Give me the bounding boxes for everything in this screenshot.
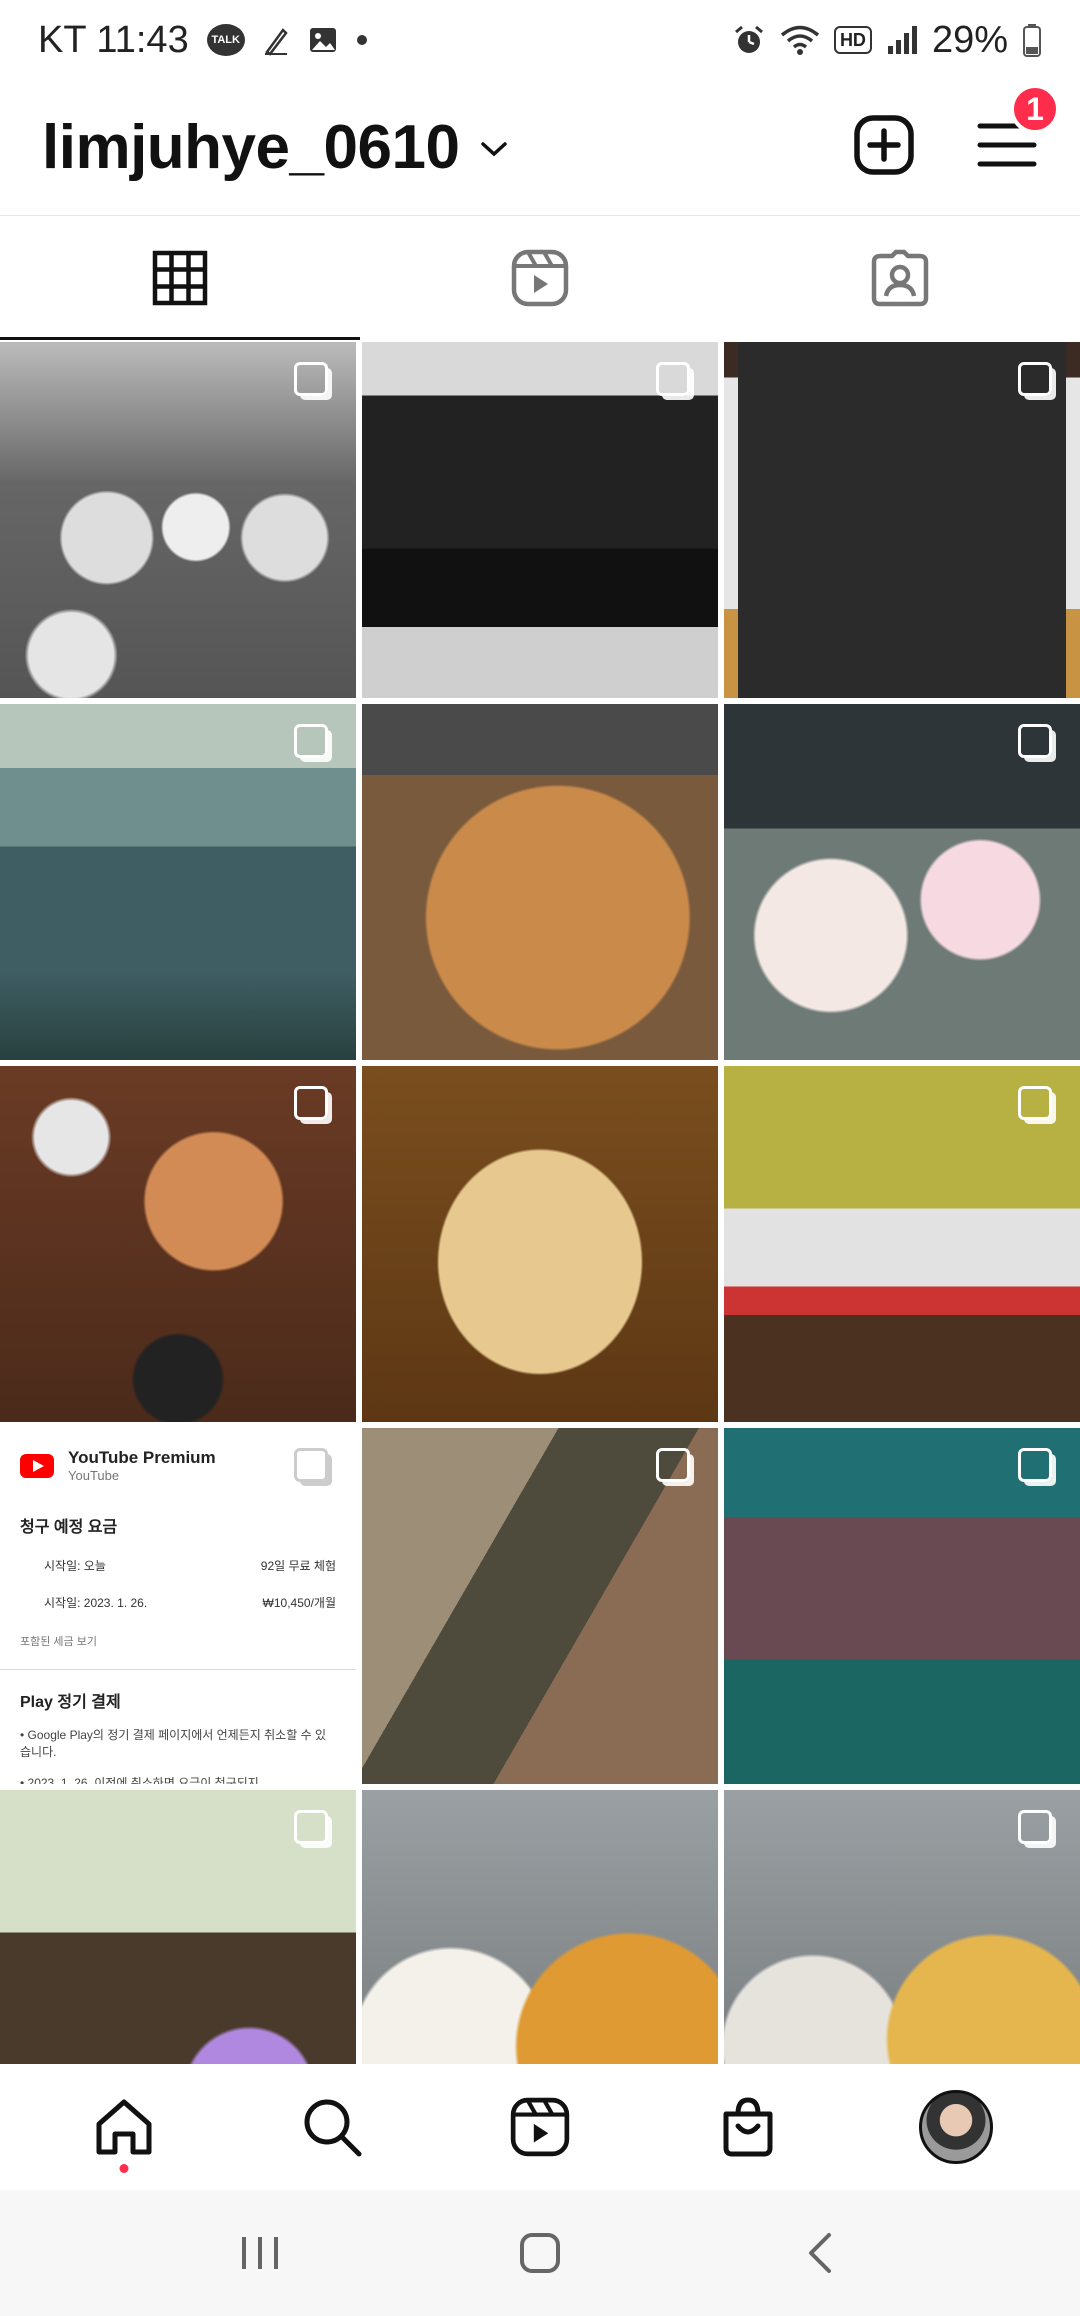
- system-navigation: [0, 2190, 1080, 2316]
- carousel-icon: [1018, 1448, 1052, 1482]
- carousel-icon: [294, 362, 328, 396]
- back-button[interactable]: [760, 2203, 880, 2303]
- post-thumbnail[interactable]: [362, 704, 718, 1060]
- home-icon: [96, 2099, 152, 2155]
- post-thumbnail[interactable]: [0, 704, 356, 1060]
- trial-text: 92일 무료 체험: [260, 1559, 336, 1573]
- alarm-icon: [732, 23, 766, 57]
- carousel-icon: [294, 1810, 328, 1844]
- posts-grid: YouTube Premium YouTube 청구 예정 요금 시작일: 오늘…: [0, 342, 1080, 2064]
- cancel-note: • 2023. 1. 26. 이전에 취소하면 요금이 청구되지: [20, 1776, 259, 1784]
- post-thumbnail[interactable]: [0, 1066, 356, 1422]
- post-thumbnail[interactable]: [724, 342, 1080, 698]
- carousel-icon: [1018, 724, 1052, 758]
- gallery-icon: [307, 24, 339, 56]
- post-thumbnail[interactable]: [724, 1066, 1080, 1422]
- post-thumbnail[interactable]: [362, 1066, 718, 1422]
- signal-icon: [886, 24, 918, 56]
- notification-badge: 1: [1010, 84, 1060, 134]
- carousel-icon: [294, 1448, 328, 1482]
- nav-search[interactable]: [272, 2077, 392, 2177]
- talk-label: TALK: [206, 24, 245, 56]
- post-thumbnail[interactable]: [724, 1790, 1080, 2064]
- profile-tabs: [0, 215, 1080, 340]
- billing-section-title: 청구 예정 요금: [20, 1519, 118, 1536]
- status-left: KT 11:43 TALK: [38, 19, 367, 62]
- nav-reels[interactable]: [480, 2077, 600, 2177]
- hd-voice-badge: HD: [833, 26, 872, 54]
- nav-shop[interactable]: [688, 2077, 808, 2177]
- carousel-icon: [656, 362, 690, 396]
- more-notifications-dot: [356, 35, 367, 45]
- battery-percent: 29%: [931, 18, 1008, 61]
- tab-reels[interactable]: [360, 216, 720, 340]
- profile-header: limjuhye_0610 1: [0, 80, 1080, 215]
- avatar: [919, 2090, 993, 2164]
- create-post-button[interactable]: [852, 113, 916, 182]
- post-thumbnail[interactable]: [362, 1790, 718, 2064]
- carousel-icon: [656, 1448, 690, 1482]
- search-icon: [304, 2099, 362, 2157]
- post-thumbnail[interactable]: [362, 1428, 718, 1784]
- back-icon: [809, 2233, 831, 2273]
- youtube-logo-icon: [20, 1453, 54, 1478]
- divider: [0, 1669, 356, 1670]
- tagged-icon: [871, 249, 929, 307]
- carousel-icon: [294, 1086, 328, 1120]
- start-today-label: 시작일: 오늘: [44, 1559, 106, 1573]
- home-square-icon: [520, 2233, 560, 2273]
- cancel-note: • Google Play의 정기 결제 페이지에서 언제든지 취소할 수 있습…: [20, 1728, 327, 1759]
- reels-icon: [510, 2097, 570, 2157]
- youtube-header: YouTube Premium YouTube: [20, 1448, 336, 1483]
- post-thumbnail[interactable]: [362, 342, 718, 698]
- tab-tagged[interactable]: [720, 216, 1080, 340]
- header-actions: 1: [852, 84, 1060, 182]
- chevron-down-icon[interactable]: [479, 139, 509, 164]
- post-thumbnail[interactable]: [724, 1428, 1080, 1784]
- bottom-navigation: [0, 2064, 1080, 2190]
- status-right: HD 29%: [732, 19, 1042, 62]
- nav-home[interactable]: [64, 2077, 184, 2177]
- battery-icon: [1022, 23, 1042, 57]
- home-button[interactable]: [480, 2203, 600, 2303]
- menu-button[interactable]: 1: [976, 84, 1060, 175]
- post-thumbnail[interactable]: [724, 704, 1080, 1060]
- youtube-subtitle: YouTube: [68, 1468, 120, 1483]
- price-text: ₩10,450/개월: [262, 1596, 336, 1610]
- carrier-time: KT 11:43: [38, 18, 189, 61]
- wifi-icon: [780, 24, 820, 56]
- tax-note: 포함된 세금 보기: [20, 1636, 97, 1648]
- status-bar: KT 11:43 TALK HD 29%: [0, 0, 1080, 80]
- carousel-icon: [1018, 1810, 1052, 1844]
- account-username[interactable]: limjuhye_0610: [42, 112, 460, 183]
- play-subscription-title: Play 정기 결제: [20, 1694, 121, 1711]
- post-thumbnail[interactable]: [0, 1790, 356, 2064]
- recent-apps-icon: [242, 2237, 278, 2269]
- nav-profile[interactable]: [896, 2077, 1016, 2177]
- youtube-title: YouTube Premium: [68, 1448, 216, 1467]
- carousel-icon: [1018, 1086, 1052, 1120]
- post-thumbnail[interactable]: [0, 342, 356, 698]
- recent-apps-button[interactable]: [200, 2203, 320, 2303]
- carousel-icon: [294, 724, 328, 758]
- home-notification-dot: [119, 2164, 129, 2173]
- billing-row-today: 시작일: 오늘 92일 무료 체험: [20, 1557, 336, 1574]
- pen-icon: [263, 24, 289, 56]
- shopping-bag-icon: [723, 2097, 773, 2157]
- billing-row-date: 시작일: 2023. 1. 26. ₩10,450/개월: [20, 1594, 336, 1611]
- start-date-label: 시작일: 2023. 1. 26.: [44, 1596, 148, 1610]
- post-thumbnail[interactable]: YouTube Premium YouTube 청구 예정 요금 시작일: 오늘…: [0, 1428, 356, 1784]
- carousel-icon: [1018, 362, 1052, 396]
- grid-icon: [152, 250, 208, 306]
- kakaotalk-icon: TALK: [206, 24, 245, 56]
- reels-icon: [511, 249, 569, 307]
- tab-posts[interactable]: [0, 216, 360, 340]
